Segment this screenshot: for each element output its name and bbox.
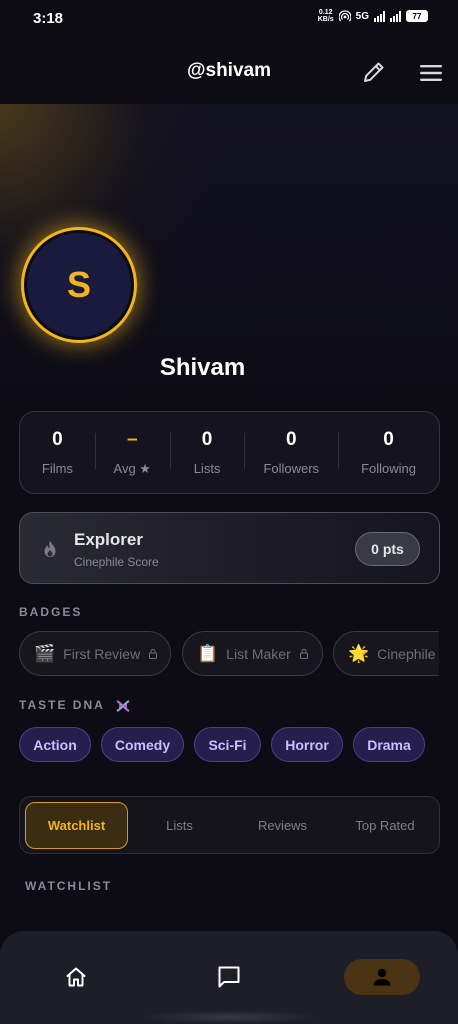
watchlist-heading: WATCHLIST: [25, 879, 113, 893]
clapperboard-icon: 🎬: [34, 643, 56, 663]
nav-profile[interactable]: [344, 959, 420, 995]
stat-value: –: [126, 428, 138, 450]
stat-followers[interactable]: 0 Followers: [244, 429, 338, 476]
home-indicator: [140, 1010, 320, 1024]
clipboard-icon: 📋: [197, 643, 219, 663]
stat-label: Following: [361, 461, 416, 476]
status-bar: 3:18 0.12 KB/s 5G 77: [0, 0, 458, 38]
badge-list-maker[interactable]: 📋 List Maker: [182, 631, 323, 676]
stat-label: Films: [41, 461, 73, 476]
nav-home[interactable]: [38, 959, 114, 995]
flame-icon: [44, 540, 56, 557]
page-title: @shivam: [186, 60, 271, 81]
home-icon: [66, 967, 86, 987]
stat-value: 0: [383, 429, 394, 450]
lock-icon: [299, 649, 308, 659]
points-badge[interactable]: 0 pts: [355, 532, 420, 566]
taste-dna-heading: TASTE DNA: [19, 698, 132, 713]
genre-chip[interactable]: Drama: [353, 727, 425, 762]
user-display-name: Shivam: [159, 354, 246, 381]
status-time: 3:18: [33, 10, 64, 27]
badge-label: List Maker: [226, 645, 291, 662]
tab-top-rated[interactable]: Top Rated: [334, 802, 436, 849]
signal-icon: [374, 10, 385, 22]
dna-icon: [116, 699, 130, 712]
badges-heading: BADGES: [19, 605, 83, 619]
score-subtitle: Cinephile Score: [74, 555, 159, 569]
stat-value: 0: [52, 429, 63, 450]
pencil-icon[interactable]: [360, 58, 388, 86]
stat-following[interactable]: 0 Following: [338, 429, 439, 476]
battery-icon: 77: [406, 10, 428, 22]
hotspot-icon: [338, 10, 351, 22]
lock-icon: [149, 649, 158, 659]
badge-cinephile[interactable]: 🌟 Cinephile: [333, 631, 439, 676]
signal-icon-2: [390, 10, 401, 22]
tab-watchlist[interactable]: Watchlist: [25, 802, 128, 849]
status-indicators: 0.12 KB/s 5G 77: [318, 9, 428, 23]
genre-chip[interactable]: Action: [19, 727, 91, 762]
nav-chat[interactable]: [191, 959, 267, 995]
app-header: @shivam: [0, 38, 458, 104]
badge-label: First Review: [63, 645, 141, 662]
tab-lists[interactable]: Lists: [128, 802, 231, 849]
badges-scroll[interactable]: 🎬 First Review 📋 List Maker 🌟 Cinephile: [19, 631, 439, 677]
avatar[interactable]: S: [24, 230, 134, 340]
glowing-star-icon: 🌟: [348, 643, 370, 663]
stat-films[interactable]: 0 Films: [20, 429, 95, 476]
stat-label: Followers: [263, 461, 320, 476]
profile-icon: [373, 968, 391, 986]
score-level-title: Explorer: [74, 530, 143, 549]
chat-icon: [218, 966, 240, 988]
genre-chip[interactable]: Comedy: [101, 727, 184, 762]
stat-label: Avg ★: [113, 460, 151, 476]
hamburger-menu-icon[interactable]: [417, 59, 445, 87]
profile-tabs: Watchlist Lists Reviews Top Rated: [19, 796, 440, 854]
network-type: 5G: [355, 10, 369, 22]
avatar-initial: S: [66, 264, 91, 305]
badge-label: Cinephile: [377, 645, 436, 662]
stat-avg-rating: – Avg ★: [94, 428, 170, 477]
cinephile-score-card[interactable]: Explorer Cinephile Score 0 pts: [19, 512, 440, 584]
stat-value: 0: [201, 429, 213, 450]
stat-lists[interactable]: 0 Lists: [169, 429, 245, 476]
stat-label: Lists: [193, 461, 221, 476]
tab-reviews[interactable]: Reviews: [231, 802, 334, 849]
badge-first-review[interactable]: 🎬 First Review: [19, 631, 171, 676]
profile-stats: 0 Films – Avg ★ 0 Lists 0 Followers 0 Fo…: [19, 411, 440, 494]
network-speed: 0.12 KB/s: [317, 9, 334, 23]
stat-value: 0: [285, 429, 297, 450]
genre-chip[interactable]: Horror: [271, 727, 343, 762]
genre-chip[interactable]: Sci-Fi: [194, 727, 261, 762]
